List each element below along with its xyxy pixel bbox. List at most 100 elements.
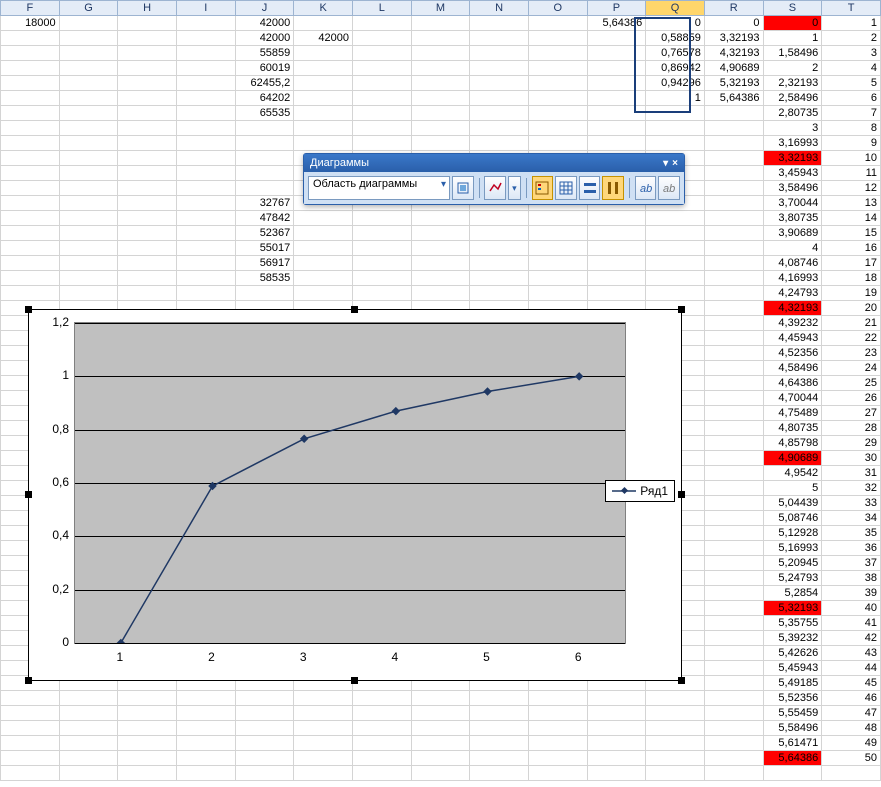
cell-I19[interactable] (176, 286, 235, 301)
by-column-button[interactable] (602, 176, 624, 200)
cell-I7[interactable] (176, 106, 235, 121)
by-row-button[interactable] (579, 176, 601, 200)
cell-H48[interactable] (118, 721, 177, 736)
cell-T30[interactable]: 30 (822, 451, 881, 466)
cell-T33[interactable]: 33 (822, 496, 881, 511)
cell-I2[interactable] (176, 31, 235, 46)
cell-M14[interactable] (411, 211, 470, 226)
cell-P1[interactable]: 5,64386 (587, 16, 646, 31)
cell-O46[interactable] (528, 691, 587, 706)
cell-G7[interactable] (59, 106, 118, 121)
cell-R5[interactable]: 5,32193 (704, 76, 763, 91)
cell-K1[interactable] (294, 16, 353, 31)
cell-M9[interactable] (411, 136, 470, 151)
cell-G51[interactable] (59, 766, 118, 781)
cell-H1[interactable] (118, 16, 177, 31)
cell-H46[interactable] (118, 691, 177, 706)
cell-Q14[interactable] (646, 211, 705, 226)
cell-P15[interactable] (587, 226, 646, 241)
cell-P7[interactable] (587, 106, 646, 121)
col-header-G[interactable]: G (59, 1, 118, 16)
cell-R39[interactable] (704, 586, 763, 601)
cell-R17[interactable] (704, 256, 763, 271)
cell-N19[interactable] (470, 286, 529, 301)
cell-M46[interactable] (411, 691, 470, 706)
cell-S40[interactable]: 5,32193 (763, 601, 822, 616)
col-header-O[interactable]: O (528, 1, 587, 16)
cell-Q17[interactable] (646, 256, 705, 271)
cell-N6[interactable] (470, 91, 529, 106)
cell-S47[interactable]: 5,55459 (763, 706, 822, 721)
cell-R19[interactable] (704, 286, 763, 301)
cell-H17[interactable] (118, 256, 177, 271)
cell-R47[interactable] (704, 706, 763, 721)
cell-I11[interactable] (176, 166, 235, 181)
cell-L5[interactable] (352, 76, 411, 91)
cell-N49[interactable] (470, 736, 529, 751)
cell-G46[interactable] (59, 691, 118, 706)
cell-J5[interactable]: 62455,2 (235, 76, 294, 91)
cell-G2[interactable] (59, 31, 118, 46)
cell-S29[interactable]: 4,85798 (763, 436, 822, 451)
cell-M19[interactable] (411, 286, 470, 301)
cell-J9[interactable] (235, 136, 294, 151)
cell-T10[interactable]: 10 (822, 151, 881, 166)
cell-T36[interactable]: 36 (822, 541, 881, 556)
cell-S26[interactable]: 4,70044 (763, 391, 822, 406)
cell-M17[interactable] (411, 256, 470, 271)
cell-R31[interactable] (704, 466, 763, 481)
cell-L49[interactable] (352, 736, 411, 751)
cell-M4[interactable] (411, 61, 470, 76)
cell-G4[interactable] (59, 61, 118, 76)
cell-J12[interactable] (235, 181, 294, 196)
cell-G47[interactable] (59, 706, 118, 721)
toolbar-dropdown-icon[interactable]: ▾ (663, 158, 668, 169)
cell-S37[interactable]: 5,20945 (763, 556, 822, 571)
cell-S5[interactable]: 2,32193 (763, 76, 822, 91)
cell-T8[interactable]: 8 (822, 121, 881, 136)
cell-I15[interactable] (176, 226, 235, 241)
cell-K6[interactable] (294, 91, 353, 106)
cell-K51[interactable] (294, 766, 353, 781)
cell-T14[interactable]: 14 (822, 211, 881, 226)
cell-R15[interactable] (704, 226, 763, 241)
cell-S18[interactable]: 4,16993 (763, 271, 822, 286)
cell-T7[interactable]: 7 (822, 106, 881, 121)
cell-S24[interactable]: 4,58496 (763, 361, 822, 376)
cell-K46[interactable] (294, 691, 353, 706)
cell-R30[interactable] (704, 451, 763, 466)
cell-O49[interactable] (528, 736, 587, 751)
cell-F46[interactable] (1, 691, 60, 706)
cell-T5[interactable]: 5 (822, 76, 881, 91)
cell-J8[interactable] (235, 121, 294, 136)
cell-M7[interactable] (411, 106, 470, 121)
cell-T47[interactable]: 47 (822, 706, 881, 721)
cell-J7[interactable]: 65535 (235, 106, 294, 121)
cell-G17[interactable] (59, 256, 118, 271)
cell-L50[interactable] (352, 751, 411, 766)
cell-I8[interactable] (176, 121, 235, 136)
cell-T32[interactable]: 32 (822, 481, 881, 496)
cell-S10[interactable]: 3,32193 (763, 151, 822, 166)
cell-T45[interactable]: 45 (822, 676, 881, 691)
cell-L2[interactable] (352, 31, 411, 46)
legend-toggle-button[interactable] (532, 176, 554, 200)
cell-L48[interactable] (352, 721, 411, 736)
angle-ccw-button[interactable]: ab (658, 176, 680, 200)
cell-J51[interactable] (235, 766, 294, 781)
cell-T38[interactable]: 38 (822, 571, 881, 586)
cell-R6[interactable]: 5,64386 (704, 91, 763, 106)
cell-F16[interactable] (1, 241, 60, 256)
cell-L16[interactable] (352, 241, 411, 256)
cell-H18[interactable] (118, 271, 177, 286)
col-header-P[interactable]: P (587, 1, 646, 16)
cell-L1[interactable] (352, 16, 411, 31)
col-header-I[interactable]: I (176, 1, 235, 16)
cell-T44[interactable]: 44 (822, 661, 881, 676)
cell-J10[interactable] (235, 151, 294, 166)
cell-T24[interactable]: 24 (822, 361, 881, 376)
cell-I12[interactable] (176, 181, 235, 196)
cell-F12[interactable] (1, 181, 60, 196)
cell-H11[interactable] (118, 166, 177, 181)
cell-I6[interactable] (176, 91, 235, 106)
